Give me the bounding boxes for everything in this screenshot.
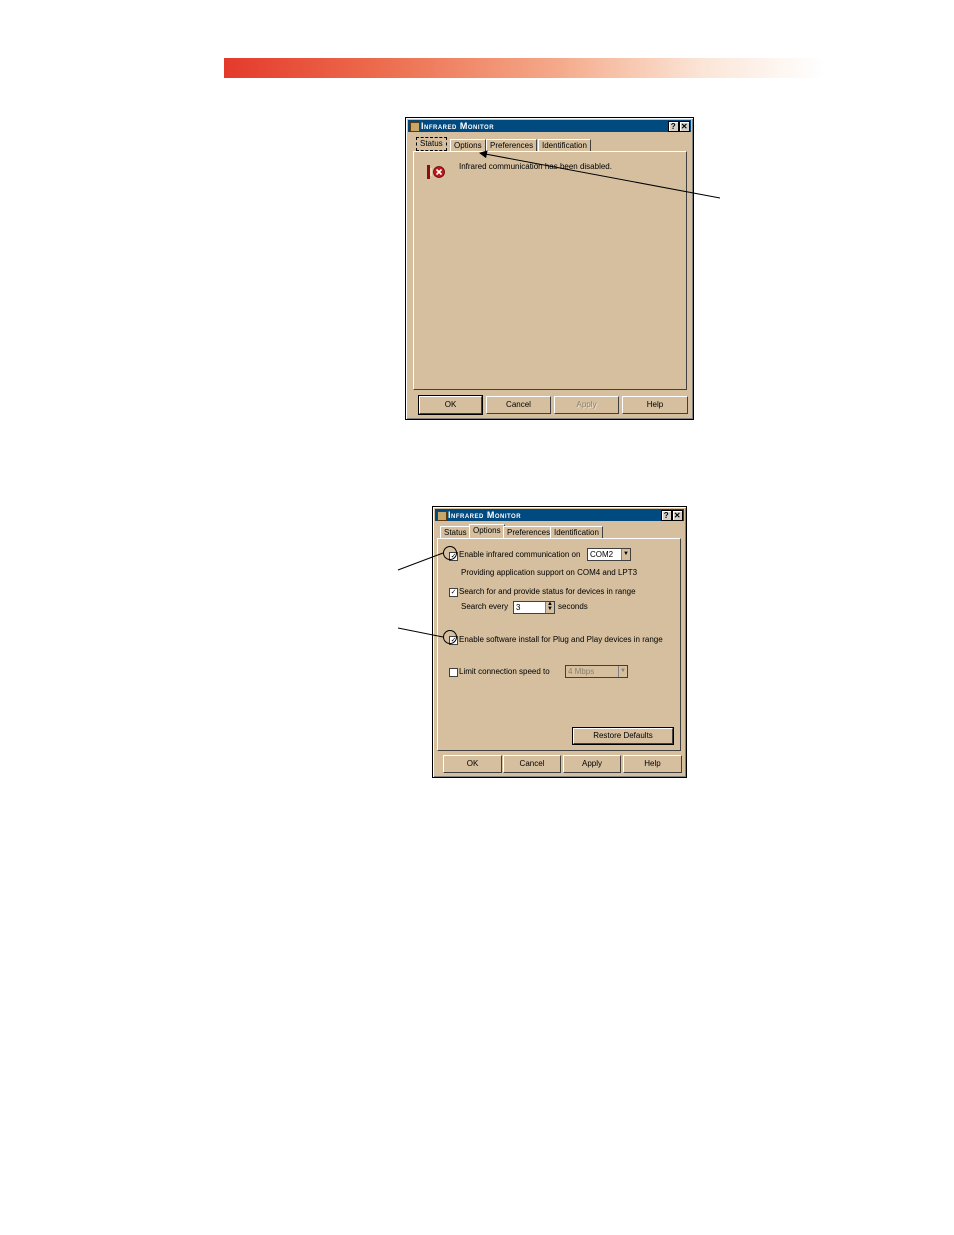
callout-arrow-options-tab: [479, 150, 721, 199]
callout-line-pnp: [397, 627, 444, 638]
callout-lines: [397, 150, 721, 638]
callout-line-enable-ir: [397, 552, 444, 571]
